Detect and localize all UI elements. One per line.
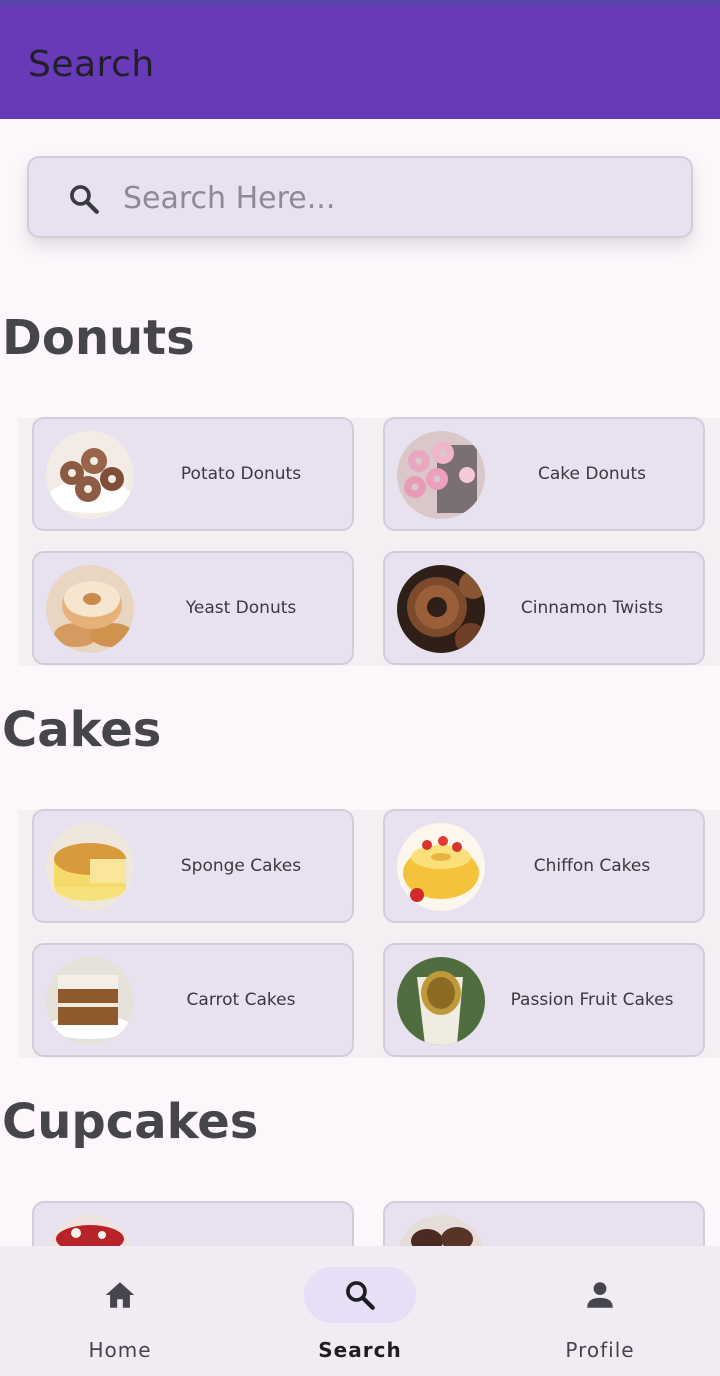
category-card-cinnamon-twists[interactable]: Cinnamon Twists <box>383 551 705 665</box>
page-title: Search <box>28 44 155 85</box>
search-input[interactable] <box>123 176 663 220</box>
category-label: Yeast Donuts <box>185 598 297 618</box>
category-label: Potato Donuts <box>180 464 302 484</box>
category-card-chiffon-cakes[interactable]: Chiffon Cakes <box>383 809 705 923</box>
potato-donuts-image <box>46 431 134 519</box>
category-card-potato-donuts[interactable]: Potato Donuts <box>32 417 354 531</box>
nav-label-home: Home <box>88 1338 152 1362</box>
category-card-yeast-donuts[interactable]: Yeast Donuts <box>32 551 354 665</box>
app-bar: Search <box>0 6 720 119</box>
category-label: Cake Donuts <box>538 464 646 484</box>
nav-item-profile[interactable]: Profile <box>480 1246 720 1376</box>
home-icon <box>105 1282 135 1308</box>
person-icon <box>587 1282 613 1308</box>
carrot-cakes-image <box>46 957 134 1045</box>
category-label: Carrot Cakes <box>186 990 296 1010</box>
search-bar[interactable] <box>27 156 693 238</box>
chiffon-cakes-image <box>397 823 485 911</box>
bottom-navigation: Home Search Profile <box>0 1246 720 1376</box>
section-title-cakes: Cakes <box>2 702 162 758</box>
search-icon <box>70 185 99 214</box>
category-card-carrot-cakes[interactable]: Carrot Cakes <box>32 943 354 1057</box>
category-card-passion-fruit-cakes[interactable]: Passion Fruit Cakes <box>383 943 705 1057</box>
category-label: Cinnamon Twists <box>520 598 664 618</box>
search-icon <box>346 1281 375 1310</box>
section-title-donuts: Donuts <box>2 310 195 366</box>
sponge-cakes-image <box>46 823 134 911</box>
section-title-cupcakes: Cupcakes <box>2 1094 259 1150</box>
nav-label-search: Search <box>318 1338 402 1362</box>
category-label: Passion Fruit Cakes <box>510 990 674 1010</box>
nav-label-profile: Profile <box>565 1338 635 1362</box>
nav-item-search[interactable]: Search <box>240 1246 480 1376</box>
category-label: Chiffon Cakes <box>533 856 651 876</box>
category-label: Sponge Cakes <box>180 856 302 876</box>
passion-fruit-cakes-image <box>397 957 485 1045</box>
category-card-cake-donuts[interactable]: Cake Donuts <box>383 417 705 531</box>
yeast-donuts-image <box>46 565 134 653</box>
cinnamon-twists-image <box>397 565 485 653</box>
cake-donuts-image <box>397 431 485 519</box>
nav-item-home[interactable]: Home <box>0 1246 240 1376</box>
category-card-sponge-cakes[interactable]: Sponge Cakes <box>32 809 354 923</box>
